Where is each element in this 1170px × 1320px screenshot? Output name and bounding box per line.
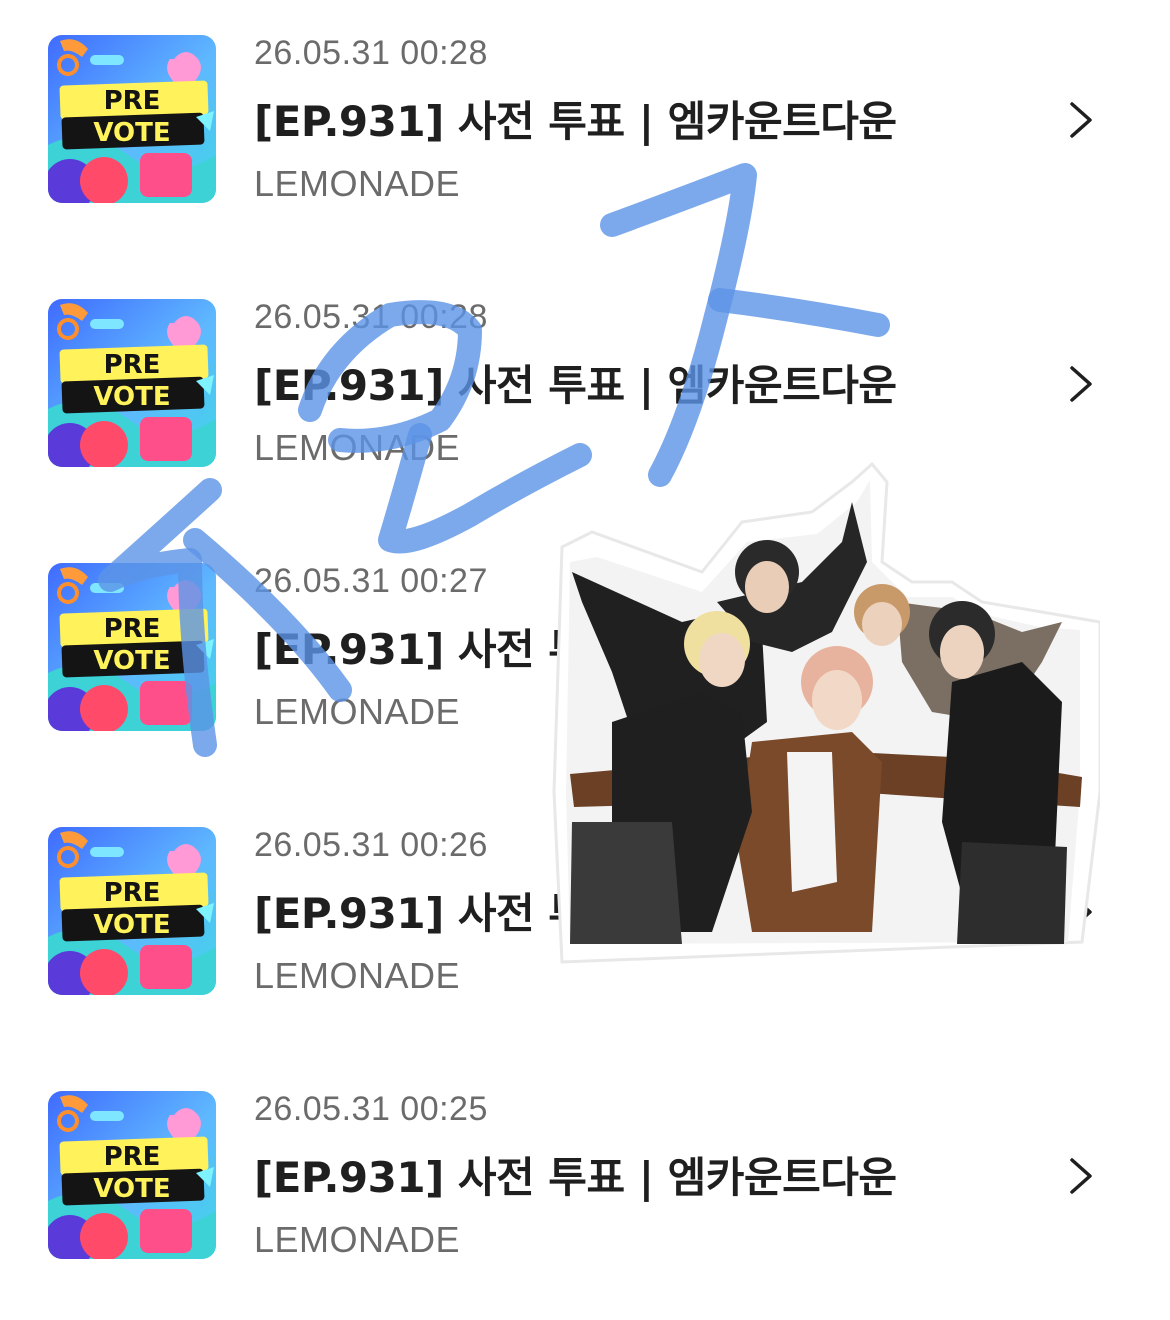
item-timestamp: 26.05.31 00:28 [254, 298, 488, 336]
thumbnail-line1: PRE [104, 86, 161, 116]
prevote-art: PREVOTE [48, 827, 216, 995]
item-title: [EP.931] 사전 투표 | 엠카운트다운 [254, 1153, 897, 1202]
item-timestamp: 26.05.31 00:28 [254, 34, 488, 72]
prevote-thumbnail: PRE VOTE [48, 299, 216, 467]
thumbnail-line1: PRE [104, 350, 161, 380]
thumbnail-line2: VOTE [93, 382, 170, 412]
prevote-thumbnail: PRE VOTE [48, 35, 216, 203]
item-channel: LEMONADE [254, 955, 461, 996]
chevron-right-icon[interactable] [1064, 100, 1096, 140]
prevote-thumbnail: PRE VOTE [48, 563, 216, 731]
list-item[interactable]: PRE VOTE 26.05.31 00:28 [EP.931] 사전 투표 | … [0, 0, 1170, 264]
list-item[interactable]: PRE VOTE 26.05.31 00:25 [EP.931] 사전 투표 | … [0, 1056, 1170, 1320]
item-channel: LEMONADE [254, 163, 461, 204]
item-channel: LEMONADE [254, 1219, 461, 1260]
item-timestamp: 26.05.31 00:25 [254, 1090, 488, 1128]
prevote-art: PREVOTE [48, 35, 216, 203]
prevote-art: PREVOTE [48, 1091, 216, 1259]
thumbnail-line1: PRE [104, 878, 161, 908]
item-timestamp: 26.05.31 00:27 [254, 562, 488, 600]
thumbnail-line1: PRE [104, 614, 161, 644]
thumbnail-line2: VOTE [93, 910, 170, 940]
thumbnail-line2: VOTE [93, 646, 170, 676]
prevote-art: PREVOTE [48, 299, 216, 467]
thumbnail-line2: VOTE [93, 118, 170, 148]
item-channel: LEMONADE [254, 427, 461, 468]
item-channel: LEMONADE [254, 691, 461, 732]
thumbnail-line2: VOTE [93, 1174, 170, 1204]
prevote-thumbnail: PRE VOTE [48, 827, 216, 995]
item-title: [EP.931] 사전 투표 | 엠카운트다운 [254, 361, 897, 410]
chevron-right-icon[interactable] [1064, 364, 1096, 404]
item-timestamp: 26.05.31 00:26 [254, 826, 488, 864]
thumbnail-line1: PRE [104, 1142, 161, 1172]
group-photo-sticker [552, 462, 1100, 964]
prevote-thumbnail: PRE VOTE [48, 1091, 216, 1259]
item-title: [EP.931] 사전 투표 | 엠카운트다운 [254, 97, 897, 146]
chevron-right-icon[interactable] [1064, 1156, 1096, 1196]
prevote-art: PREVOTE [48, 563, 216, 731]
